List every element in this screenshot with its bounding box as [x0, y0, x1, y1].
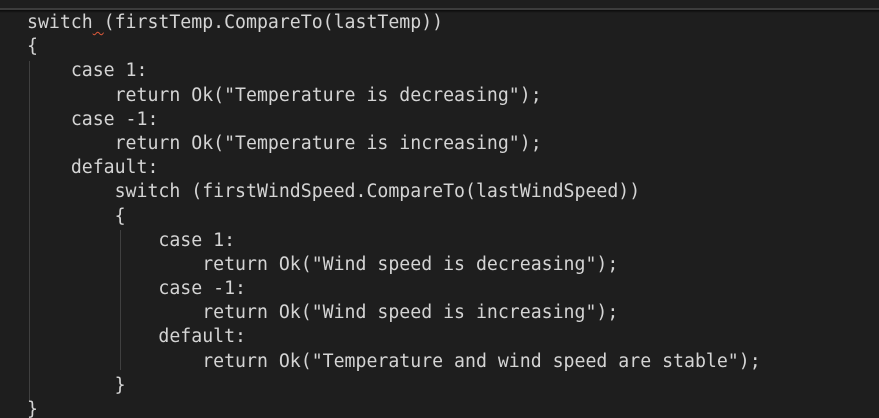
switch-keyword: switch: [27, 12, 93, 33]
code-line: return Ok("Temperature is decreasing");: [27, 84, 761, 108]
code-text: }: [114, 374, 126, 396]
code-line: }: [27, 398, 761, 418]
code-area[interactable]: switch (firstTemp.CompareTo(lastTemp)) {…: [27, 11, 761, 418]
code-editor[interactable]: switch (firstTemp.CompareTo(lastTemp)) {…: [0, 0, 879, 418]
code-text: case -1:: [70, 108, 159, 130]
code-text: default:: [158, 326, 247, 348]
code-line: return Ok("Temperature and wind speed ar…: [27, 350, 761, 374]
code-text: default:: [70, 157, 159, 179]
code-text: return Ok("Wind speed is increasing");: [202, 302, 619, 324]
code-text: return Ok("Temperature is decreasing");: [114, 84, 542, 106]
code-text: {: [114, 205, 126, 227]
code-text: return Ok("Temperature is increasing");: [114, 132, 542, 154]
code-line: return Ok("Wind speed is increasing");: [27, 301, 761, 325]
code-text: case 1:: [70, 60, 148, 82]
code-line: {: [27, 205, 761, 229]
code-line: case 1:: [27, 59, 761, 83]
code-line: default:: [27, 325, 761, 349]
code-line: switch (firstWindSpeed.CompareTo(lastWin…: [27, 180, 761, 204]
code-line: switch (firstTemp.CompareTo(lastTemp)): [27, 11, 761, 35]
code-line: return Ok("Temperature is increasing");: [27, 132, 761, 156]
code-line: {: [27, 35, 761, 59]
code-line: default:: [27, 156, 761, 180]
code-line: case -1:: [27, 277, 761, 301]
code-line: case -1:: [27, 108, 761, 132]
error-squiggle: [93, 12, 104, 33]
code-text: {: [27, 36, 38, 58]
code-text: return Ok("Wind speed is decreasing");: [202, 253, 619, 275]
code-line: case 1:: [27, 229, 761, 253]
code-text: }: [27, 399, 38, 418]
editor-top-border: [0, 0, 879, 10]
code-line: }: [27, 374, 761, 398]
code-text: switch (firstWindSpeed.CompareTo(lastWin…: [114, 181, 641, 203]
code-text: (firstTemp.CompareTo(lastTemp)): [103, 12, 444, 33]
code-text: case 1:: [158, 229, 236, 251]
code-line: return Ok("Wind speed is decreasing");: [27, 253, 761, 277]
code-text: case -1:: [158, 278, 247, 300]
code-text: return Ok("Temperature and wind speed ar…: [202, 350, 761, 372]
